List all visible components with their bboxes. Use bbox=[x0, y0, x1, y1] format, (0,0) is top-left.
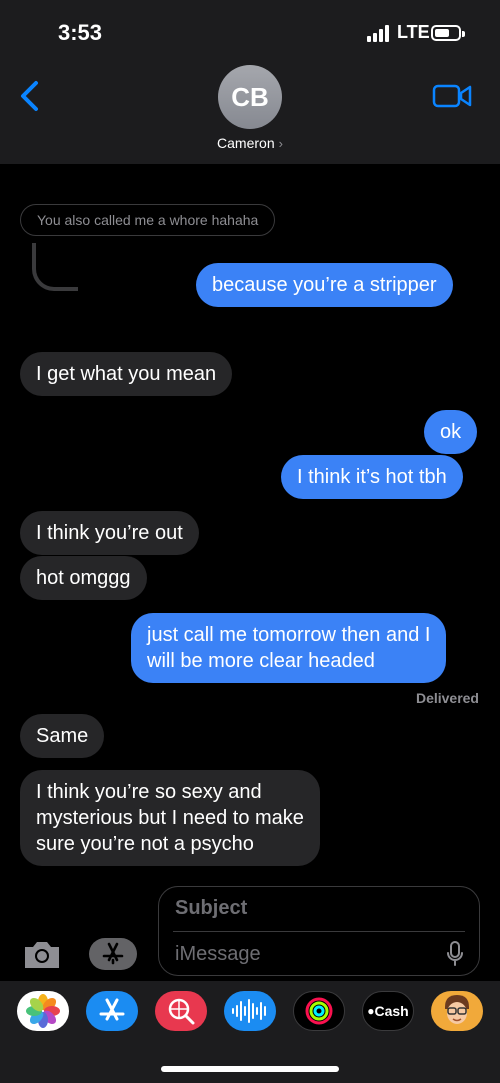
back-chevron-icon[interactable] bbox=[18, 80, 42, 112]
apple-logo-icon: ● bbox=[367, 1004, 375, 1018]
contact-name: Cameron bbox=[217, 135, 275, 151]
cellular-signal-icon bbox=[367, 24, 391, 42]
activity-icon[interactable] bbox=[293, 991, 345, 1031]
home-indicator[interactable] bbox=[161, 1066, 339, 1072]
message-bubble-outgoing[interactable]: because you’re a stripper bbox=[196, 263, 453, 307]
message-line: just call me tomorrow then and I bbox=[147, 624, 431, 646]
message-bubble-incoming[interactable]: hot omggg bbox=[20, 556, 147, 600]
message-bubble-outgoing[interactable]: ok bbox=[424, 410, 478, 454]
photos-flower-icon bbox=[26, 994, 60, 1028]
app-store-icon[interactable] bbox=[86, 991, 138, 1031]
battery-icon bbox=[431, 25, 465, 41]
message-bubble-incoming[interactable]: Same bbox=[20, 714, 105, 758]
conversation-header: 3:53 LTE CB Cameron › bbox=[0, 0, 500, 164]
memoji-icon[interactable] bbox=[431, 991, 483, 1031]
reply-thread-line bbox=[32, 243, 78, 291]
photos-icon[interactable] bbox=[17, 991, 69, 1031]
message-compose-box[interactable]: Subject iMessage bbox=[158, 886, 480, 976]
memoji-face-icon bbox=[445, 995, 469, 1024]
contact-name-button[interactable]: Cameron › bbox=[0, 135, 500, 151]
message-line: I think you’re so sexy and bbox=[36, 781, 262, 803]
message-bubble-outgoing[interactable]: I think it’s hot tbh bbox=[281, 455, 463, 499]
message-line: will be more clear headed bbox=[147, 650, 375, 672]
waveform-icon bbox=[232, 999, 266, 1023]
web-search-icon[interactable] bbox=[155, 991, 207, 1031]
camera-icon[interactable] bbox=[22, 938, 62, 970]
activity-rings-icon bbox=[305, 997, 333, 1025]
app-store-glyph-icon bbox=[99, 998, 125, 1021]
avatar-initials: CB bbox=[231, 81, 269, 112]
delivered-status: Delivered bbox=[415, 690, 479, 706]
quoted-message[interactable]: You also called me a whore hahaha bbox=[20, 204, 276, 236]
message-bubble-incoming[interactable]: I get what you mean bbox=[20, 352, 233, 396]
message-input[interactable]: iMessage bbox=[175, 943, 261, 966]
microphone-icon[interactable] bbox=[446, 941, 464, 967]
chevron-right-icon: › bbox=[278, 136, 283, 151]
apple-cash-label: Cash bbox=[374, 1003, 409, 1019]
subject-input[interactable]: Subject bbox=[175, 897, 247, 920]
message-bubble-incoming[interactable]: I think you’re so sexy and mysterious bu… bbox=[20, 770, 320, 866]
imessage-app-drawer: ● Cash bbox=[0, 981, 500, 1083]
app-store-icon bbox=[102, 942, 124, 965]
message-bubble-outgoing[interactable]: just call me tomorrow then and I will be… bbox=[131, 613, 447, 683]
apple-cash-button[interactable]: ● Cash bbox=[362, 991, 414, 1031]
globe-search-icon bbox=[168, 998, 195, 1025]
facetime-video-icon[interactable] bbox=[432, 82, 472, 110]
message-line: mysterious but I need to make bbox=[36, 807, 304, 829]
avatar[interactable]: CB bbox=[218, 65, 282, 129]
compose-divider bbox=[173, 931, 465, 932]
message-line: sure you’re not a psycho bbox=[36, 833, 254, 855]
message-bubble-incoming[interactable]: I think you’re out bbox=[20, 511, 199, 555]
apps-button[interactable] bbox=[89, 938, 137, 970]
status-time: 3:53 bbox=[58, 20, 103, 45]
network-type: LTE bbox=[397, 22, 430, 42]
audio-message-icon[interactable] bbox=[224, 991, 276, 1031]
